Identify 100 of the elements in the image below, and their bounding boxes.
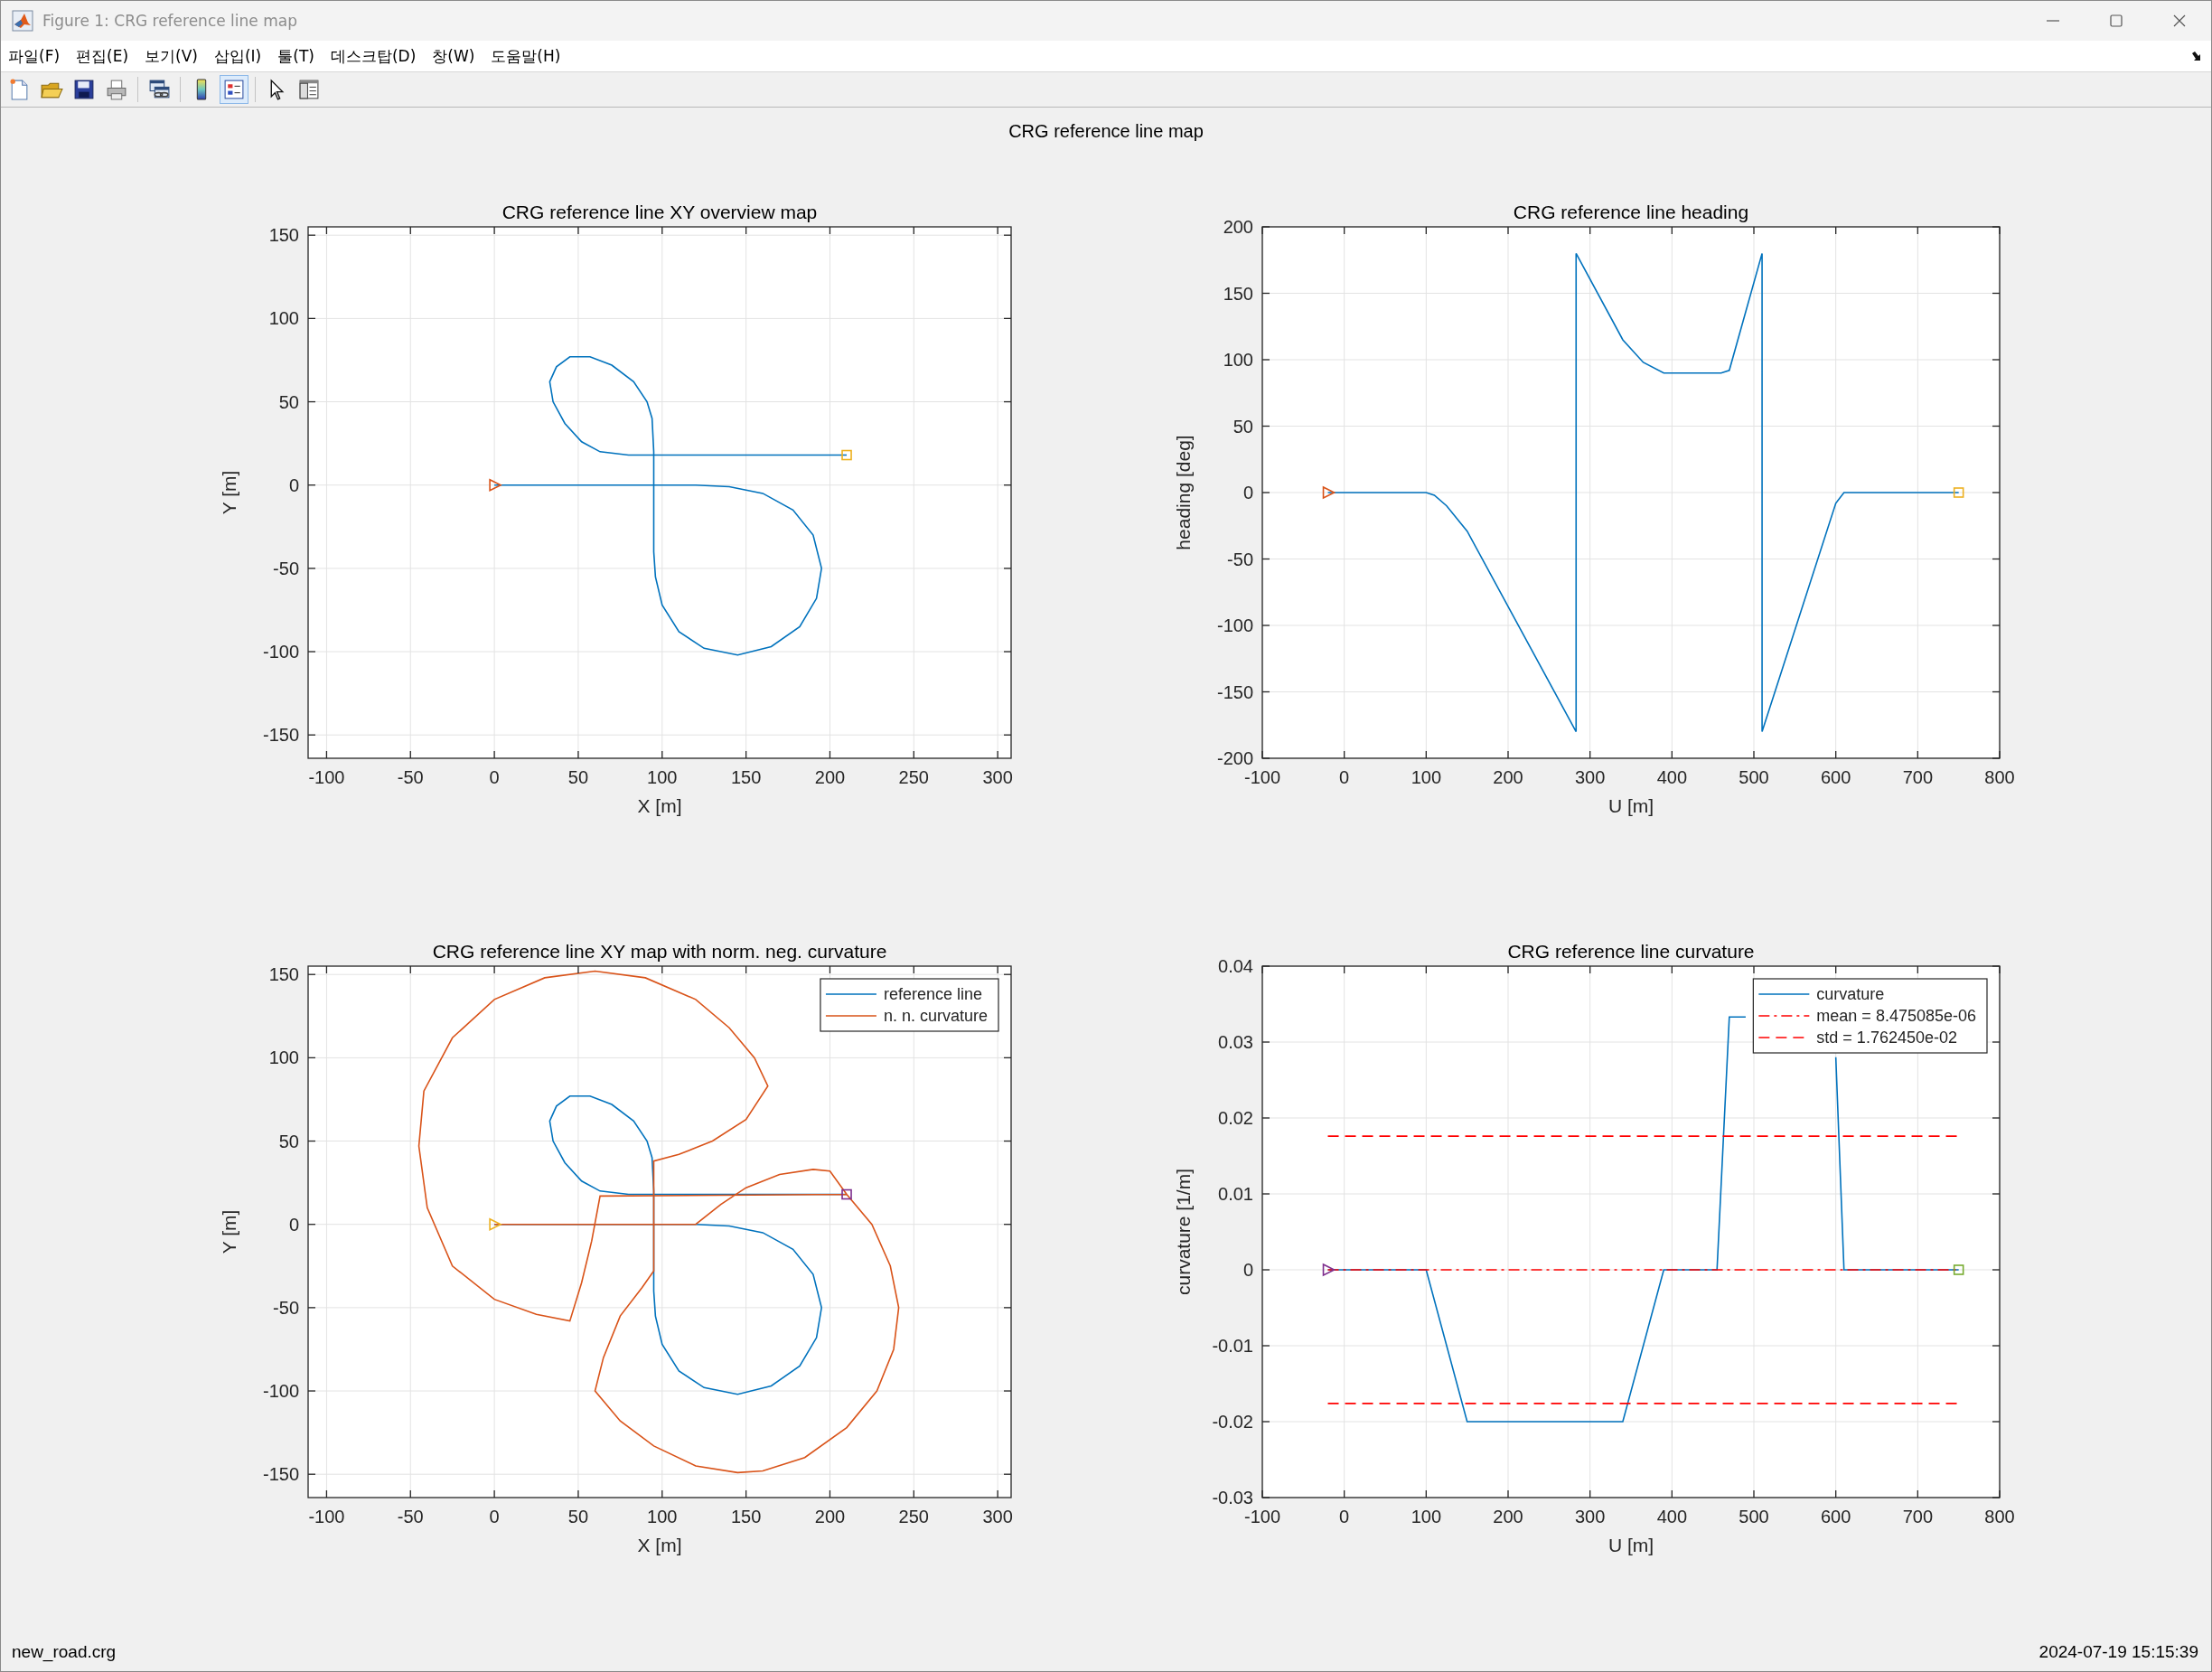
axis-label: Y [m] (219, 1209, 239, 1254)
dock-arrow-icon[interactable] (2191, 51, 2202, 61)
axis-tick-label: 0 (1242, 1260, 1253, 1280)
legend-label: std = 1.762450e-02 (1816, 1029, 1957, 1047)
panel-icon (297, 78, 321, 101)
legend-line-sample (825, 993, 877, 995)
axis-tick-label: 700 (1902, 1507, 1933, 1526)
start-marker (489, 478, 502, 492)
maximize-icon (2110, 14, 2123, 27)
menu-item[interactable]: 도움말(H) (491, 45, 561, 67)
axis-tick-label: 50 (278, 1131, 299, 1151)
legend-label: curvature (1816, 985, 1885, 1003)
file-name: new_road.crg (12, 1642, 117, 1662)
axis-tick-label: 0.03 (1218, 1032, 1253, 1052)
window-title: Figure 1: CRG reference line map (42, 12, 297, 30)
axis-tick-label: 200 (1493, 767, 1523, 787)
chart-title: CRG reference line XY map with norm. neg. curvature (432, 941, 887, 962)
axis-label: X [m] (637, 1535, 682, 1555)
axis-tick-label: 0 (1339, 1507, 1350, 1526)
axis-tick-label: -100 (308, 1507, 345, 1526)
axis-tick-label: 150 (268, 225, 299, 246)
axis-tick-label: 0 (1339, 767, 1350, 787)
axis-tick-label: 800 (1984, 1507, 2015, 1526)
axis-tick-label: 0.04 (1218, 956, 1253, 976)
start-marker (489, 1217, 502, 1231)
axis-tick-label: 0.02 (1218, 1108, 1253, 1128)
axis-tick-label: 700 (1902, 767, 1933, 787)
axis-tick-label: -50 (397, 1507, 424, 1526)
axis-tick-label: 250 (898, 767, 929, 787)
axis-tick-label: -100 (1244, 1507, 1280, 1526)
start-marker (1322, 485, 1336, 500)
axis-tick-label: -50 (397, 767, 424, 787)
axis-tick-label: -0.01 (1212, 1336, 1253, 1356)
axis-tick-label: 0.01 (1218, 1184, 1253, 1204)
axis-tick-label: -0.02 (1212, 1412, 1253, 1432)
axis-tick-label: 600 (1821, 767, 1851, 787)
axis-tick-label: -100 (262, 1381, 299, 1402)
legend-line-sample (1757, 993, 1811, 995)
axis-tick-label: 150 (730, 767, 762, 787)
axis-tick-label: 250 (898, 1507, 929, 1526)
axis-tick-label: 100 (647, 767, 678, 787)
axis-tick-label: -100 (262, 642, 299, 662)
close-icon (2173, 14, 2186, 27)
legend-line-sample (825, 1015, 877, 1017)
axis-tick-label: 0 (489, 1507, 500, 1526)
axis-tick-label: 0 (1242, 483, 1253, 503)
legend-icon (222, 78, 246, 101)
figure-title: CRG reference line map (1008, 120, 1204, 143)
axis-tick-label: 0 (288, 1214, 299, 1235)
axis-label: Y [m] (219, 470, 239, 515)
menu-item[interactable]: 데스크탑(D) (330, 45, 417, 67)
app-logo-icon (12, 10, 33, 32)
toolbar-button[interactable] (220, 75, 248, 104)
legend-label: reference line (883, 985, 982, 1003)
axis-label: U [m] (1607, 795, 1654, 816)
start-marker (1322, 1263, 1336, 1277)
axis-tick-label: 50 (278, 391, 299, 412)
axis-tick-label: -150 (1216, 681, 1253, 702)
end-marker (1953, 1264, 1964, 1275)
axis-tick-label: 50 (1233, 416, 1253, 437)
menu-item[interactable]: 툴(T) (277, 45, 314, 67)
menu-item[interactable]: 창(W) (432, 45, 475, 67)
chart-title: CRG reference line heading (1513, 202, 1749, 222)
axis-tick-label: 100 (647, 1507, 678, 1526)
axis-tick-label: -150 (262, 1464, 299, 1485)
axis-tick-label: 200 (1223, 217, 1253, 237)
axis-tick-label: -0.03 (1212, 1488, 1253, 1508)
printer-icon (105, 78, 128, 101)
axis-tick-label: 0 (288, 474, 299, 495)
axis-tick-label: 300 (982, 1507, 1013, 1526)
menu-item[interactable]: 보기(V) (145, 45, 198, 67)
axis-tick-label: -100 (308, 767, 345, 787)
menu-item[interactable]: 삽입(I) (213, 45, 262, 67)
axis-tick-label: 100 (268, 308, 299, 329)
legend-label: n. n. curvature (883, 1007, 988, 1025)
axis-tick-label: 300 (1575, 767, 1606, 787)
axis-tick-label: 50 (567, 1507, 589, 1526)
axis-tick-label: -50 (273, 1297, 299, 1318)
axis-label: heading [deg] (1173, 435, 1194, 550)
axis-tick-label: 100 (1411, 767, 1441, 787)
axis-tick-label: 400 (1656, 1507, 1687, 1526)
menu-item[interactable]: 파일(F) (8, 45, 61, 67)
axis-tick-label: -50 (273, 558, 299, 578)
axis-tick-label: 500 (1739, 1507, 1769, 1526)
axis-tick-label: 600 (1821, 1507, 1851, 1526)
minimize-icon (2047, 20, 2059, 22)
axis-tick-label: 50 (567, 767, 589, 787)
legend-line-sample (1757, 1015, 1811, 1017)
axis-label: U [m] (1607, 1535, 1654, 1555)
menu-item[interactable]: 편집(E) (76, 45, 129, 67)
axis-label: curvature [1/m] (1173, 1168, 1194, 1296)
end-marker (841, 449, 852, 461)
axis-tick-label: 150 (268, 964, 299, 985)
axis-tick-label: 300 (1575, 1507, 1606, 1526)
legend-label: mean = 8.475085e-06 (1816, 1007, 1976, 1025)
axis-tick-label: -100 (1244, 767, 1280, 787)
axis-tick-label: 100 (1223, 350, 1253, 370)
axis-tick-label: 150 (730, 1507, 762, 1526)
timestamp: 2024-07-19 15:15:39 (2039, 1642, 2198, 1662)
axis-tick-label: -100 (1216, 615, 1253, 635)
